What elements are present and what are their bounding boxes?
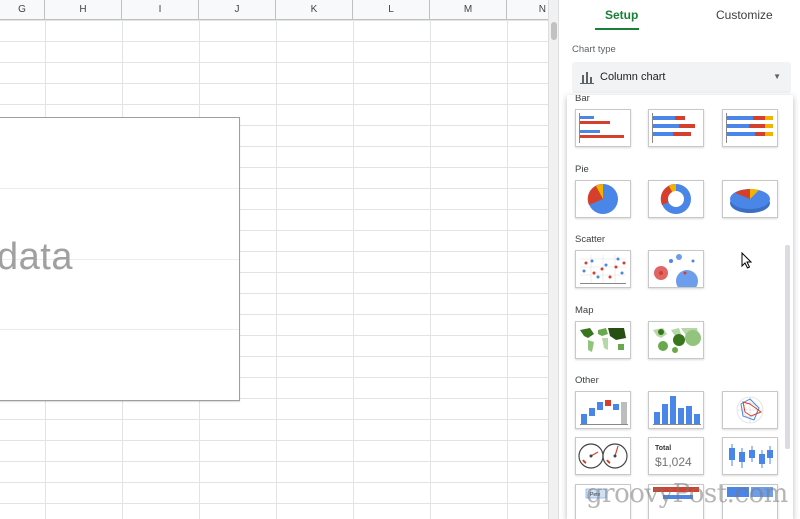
stacked-bar-chart-thumb[interactable]: [648, 109, 704, 147]
scorecard-title: Total: [655, 445, 671, 452]
bubble-chart-thumb[interactable]: [648, 250, 704, 288]
scorecard-chart-thumb[interactable]: Total $1,024: [648, 437, 704, 475]
scatter-chart-thumb[interactable]: [575, 250, 631, 288]
caret-down-icon: ▼: [773, 72, 781, 81]
chart-type-label: Chart type: [572, 44, 616, 55]
watermark: groovyPost.com: [586, 479, 788, 509]
doughnut-chart-thumb[interactable]: [648, 180, 704, 218]
chart-type-dropdown[interactable]: Column chart ▼: [572, 62, 791, 93]
section-label-pie: Pie: [575, 164, 589, 175]
pie-chart-thumb[interactable]: [575, 180, 631, 218]
active-tab-indicator: [595, 28, 639, 30]
chart-gridline: [0, 329, 239, 330]
column-header-m[interactable]: M: [430, 0, 507, 20]
tab-customize[interactable]: Customize: [716, 8, 773, 22]
candlestick-chart-thumb[interactable]: [722, 437, 778, 475]
column-header-j[interactable]: J: [199, 0, 276, 20]
column-header-g[interactable]: G: [0, 0, 45, 20]
waterfall-chart-thumb[interactable]: [575, 391, 631, 429]
chart-type-value: Column chart: [600, 71, 666, 83]
column-chart-icon: [580, 72, 594, 84]
bar-chart-thumb[interactable]: [575, 109, 631, 147]
3d-pie-chart-thumb[interactable]: [722, 180, 778, 218]
100-stacked-bar-chart-thumb[interactable]: [722, 109, 778, 147]
tab-setup[interactable]: Setup: [605, 8, 638, 22]
column-header-l[interactable]: L: [353, 0, 430, 20]
sheet-vertical-scrollbar[interactable]: [548, 0, 558, 519]
embedded-chart[interactable]: data: [0, 117, 240, 401]
radar-chart-thumb[interactable]: [722, 391, 778, 429]
column-header-n[interactable]: N: [507, 0, 548, 20]
scorecard-value: $1,024: [655, 455, 692, 469]
column-header-row: G H I J K L M N: [0, 0, 548, 20]
editor-tabs: Setup Customize: [559, 0, 800, 34]
column-header-i[interactable]: I: [122, 0, 199, 20]
section-label-map: Map: [575, 305, 594, 316]
menu-scrollbar[interactable]: [785, 245, 790, 449]
mouse-cursor-icon: [741, 252, 753, 269]
chart-gridline: [0, 188, 239, 189]
column-header-k[interactable]: K: [276, 0, 353, 20]
chart-editor-panel: Setup Customize Chart type Column chart …: [558, 0, 800, 519]
section-label-bar: Bar: [575, 95, 590, 104]
geo-chart-markers-thumb[interactable]: [648, 321, 704, 359]
column-header-h[interactable]: H: [45, 0, 122, 20]
sheet-scrollbar-thumb[interactable]: [551, 22, 557, 40]
section-label-scatter: Scatter: [575, 234, 606, 245]
spreadsheet-area[interactable]: G H I J K L M N data: [0, 0, 558, 519]
chart-no-data-text: data: [0, 236, 73, 278]
chart-type-menu[interactable]: Bar Pie Scatter Map Other Total $1,024 P…: [567, 95, 793, 519]
histogram-chart-thumb[interactable]: [648, 391, 704, 429]
gauge-chart-thumb[interactable]: [575, 437, 631, 475]
geo-chart-thumb[interactable]: [575, 321, 631, 359]
section-label-other: Other: [575, 375, 599, 386]
